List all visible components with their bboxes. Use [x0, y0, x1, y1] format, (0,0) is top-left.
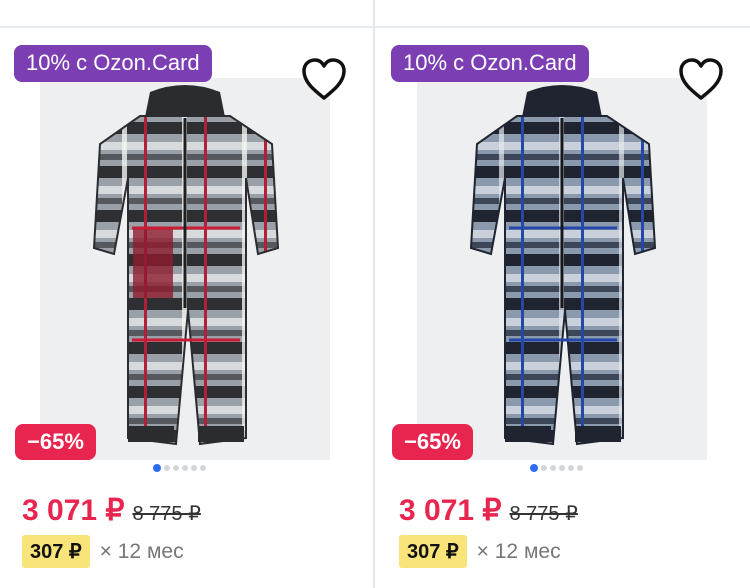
ozon-card-promo-badge: 10% с Ozon.Card — [14, 45, 212, 82]
old-price: 8 775 ₽ — [132, 503, 201, 525]
gallery-dot[interactable] — [200, 465, 206, 471]
current-price: 3 071 ₽ — [22, 494, 125, 527]
favorite-heart-icon[interactable] — [300, 56, 348, 102]
gallery-dot[interactable] — [550, 465, 556, 471]
product-card[interactable]: 10% с Ozon.Card −65% 3 071 ₽ 8 775 ₽ 307… — [0, 28, 373, 588]
discount-badge: −65% — [15, 424, 96, 460]
installment-price: 307 ₽ — [22, 535, 90, 568]
product-card[interactable]: 10% с Ozon.Card −65% 3 071 ₽ 8 775 ₽ 307… — [375, 28, 748, 588]
price-row: 3 071 ₽ 8 775 ₽ — [22, 493, 201, 528]
current-price: 3 071 ₽ — [399, 494, 502, 527]
installment-row: 307 ₽ × 12 мес — [399, 535, 561, 568]
product-image[interactable] — [40, 78, 330, 460]
installment-row: 307 ₽ × 12 мес — [22, 535, 184, 568]
discount-badge: −65% — [392, 424, 473, 460]
gallery-dot[interactable] — [541, 465, 547, 471]
image-gallery-dots[interactable] — [530, 464, 583, 472]
favorite-heart-icon[interactable] — [677, 56, 725, 102]
product-image[interactable] — [417, 78, 707, 460]
old-price: 8 775 ₽ — [509, 503, 578, 525]
price-row: 3 071 ₽ 8 775 ₽ — [399, 493, 578, 528]
installment-term: × 12 мес — [476, 539, 561, 563]
gallery-dot[interactable] — [182, 465, 188, 471]
gallery-dot-active[interactable] — [153, 464, 161, 472]
gallery-dot[interactable] — [173, 465, 179, 471]
gallery-dot[interactable] — [577, 465, 583, 471]
gallery-dot[interactable] — [559, 465, 565, 471]
gallery-dot-active[interactable] — [530, 464, 538, 472]
gallery-dot[interactable] — [164, 465, 170, 471]
image-gallery-dots[interactable] — [153, 464, 206, 472]
installment-term: × 12 мес — [99, 539, 184, 563]
gallery-dot[interactable] — [568, 465, 574, 471]
installment-price: 307 ₽ — [399, 535, 467, 568]
gallery-dot[interactable] — [191, 465, 197, 471]
ozon-card-promo-badge: 10% с Ozon.Card — [391, 45, 589, 82]
